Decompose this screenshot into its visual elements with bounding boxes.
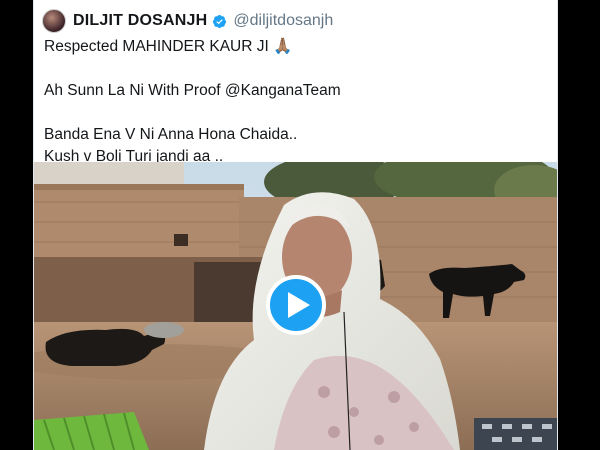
tweet-header: DILJIT DOSANJH @diljitdosanjh — [42, 8, 333, 34]
line-spacer — [44, 102, 544, 124]
play-button[interactable] — [266, 275, 326, 335]
tweet-line: Banda Ena V Ni Anna Hona Chaida.. — [44, 126, 298, 143]
line-spacer — [44, 58, 544, 80]
author-name[interactable]: DILJIT DOSANJH — [73, 12, 207, 30]
verified-badge-icon — [213, 14, 227, 28]
tweet-card: DILJIT DOSANJH @diljitdosanjh Respected … — [33, 0, 558, 450]
author-handle[interactable]: @diljitdosanjh — [233, 12, 333, 30]
tweet-line: Respected MAHINDER KAUR JI 🙏🏽 — [44, 38, 293, 55]
tweet-line: Ah Sunn La Ni With Proof @KanganaTeam — [44, 82, 341, 99]
avatar[interactable] — [42, 9, 66, 33]
play-icon — [287, 292, 310, 318]
video-player[interactable] — [34, 162, 557, 450]
tweet-text: Respected MAHINDER KAUR JI 🙏🏽 Ah Sunn La… — [44, 36, 544, 168]
